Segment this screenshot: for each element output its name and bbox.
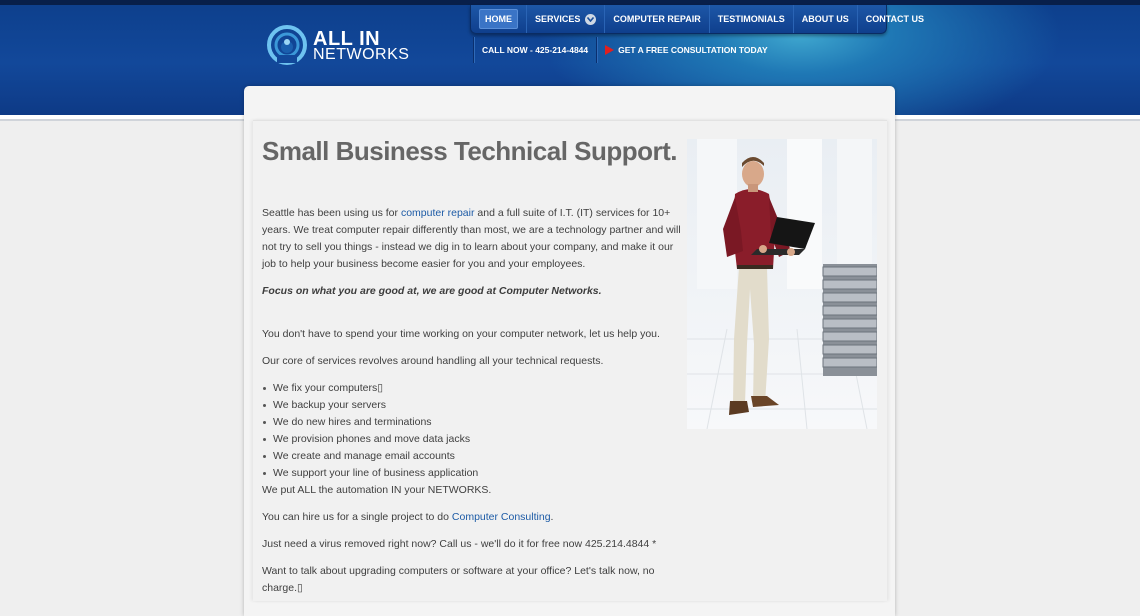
page-title: Small Business Technical Support. (262, 136, 678, 166)
logo-signal-icon (267, 25, 307, 65)
intro-text-pre: Seattle has been using us for (262, 207, 401, 219)
intro-paragraph: Seattle has been using us for computer r… (262, 205, 688, 273)
computer-consulting-link[interactable]: Computer Consulting (452, 511, 551, 523)
list-item: We provision phones and move data jacks (262, 431, 478, 448)
list-item: We do new hires and terminations (262, 414, 478, 431)
list-item: We backup your servers (262, 397, 478, 414)
nav-home[interactable]: HOME (471, 5, 527, 33)
list-item: We fix your computers▯ (262, 380, 478, 397)
logo-text-line2: NETWORKS (313, 46, 410, 63)
upgrade-paragraph: Want to talk about upgrading computers o… (262, 565, 655, 594)
nav-about-us[interactable]: ABOUT US (794, 5, 858, 33)
chevron-down-icon[interactable] (585, 13, 597, 25)
hero-image (687, 139, 877, 429)
nav-home-label: HOME (479, 9, 518, 29)
red-arrow-icon (605, 45, 615, 55)
nav-testimonials-label: TESTIMONIALS (717, 14, 785, 24)
nav-contact-us[interactable]: CONTACT US (858, 5, 932, 33)
hire-text-pre: You can hire us for a single project to … (262, 511, 452, 523)
services-list: We fix your computers▯ We backup your se… (262, 380, 478, 482)
core-services-paragraph: Our core of services revolves around han… (262, 355, 604, 367)
hire-paragraph: You can hire us for a single project to … (262, 509, 688, 526)
hire-text-post: . (550, 511, 554, 523)
free-consultation-label: GET A FREE CONSULTATION TODAY (618, 45, 768, 55)
nav-about-us-label: ABOUT US (801, 14, 849, 24)
technician-with-laptop-illustration (687, 139, 877, 429)
list-item: We support your line of business applica… (262, 465, 478, 482)
site-logo[interactable]: ALL IN NETWORKS (265, 25, 435, 69)
main-nav: HOME SERVICES COMPUTER REPAIR TESTIMONIA… (470, 5, 924, 34)
automation-statement: We put ALL the automation IN your NETWOR… (262, 484, 492, 496)
sub-nav: CALL NOW - 425-214-4844 GET A FREE CONSU… (473, 37, 776, 63)
call-now-link[interactable]: CALL NOW - 425-214-4844 (474, 45, 596, 55)
focus-statement: Focus on what you are good at, we are go… (262, 285, 602, 297)
nav-services-label: SERVICES (535, 14, 581, 24)
help-paragraph: You don't have to spend your time workin… (262, 328, 660, 340)
nav-computer-repair-label: COMPUTER REPAIR (613, 14, 701, 24)
nav-computer-repair[interactable]: COMPUTER REPAIR (605, 5, 710, 33)
computer-repair-link[interactable]: computer repair (401, 207, 475, 219)
nav-contact-us-label: CONTACT US (865, 14, 925, 24)
list-item: We create and manage email accounts (262, 448, 478, 465)
virus-paragraph: Just need a virus removed right now? Cal… (262, 538, 657, 550)
nav-services[interactable]: SERVICES (527, 5, 606, 33)
free-consultation-link[interactable]: GET A FREE CONSULTATION TODAY (597, 45, 776, 55)
nav-testimonials[interactable]: TESTIMONIALS (710, 5, 794, 33)
